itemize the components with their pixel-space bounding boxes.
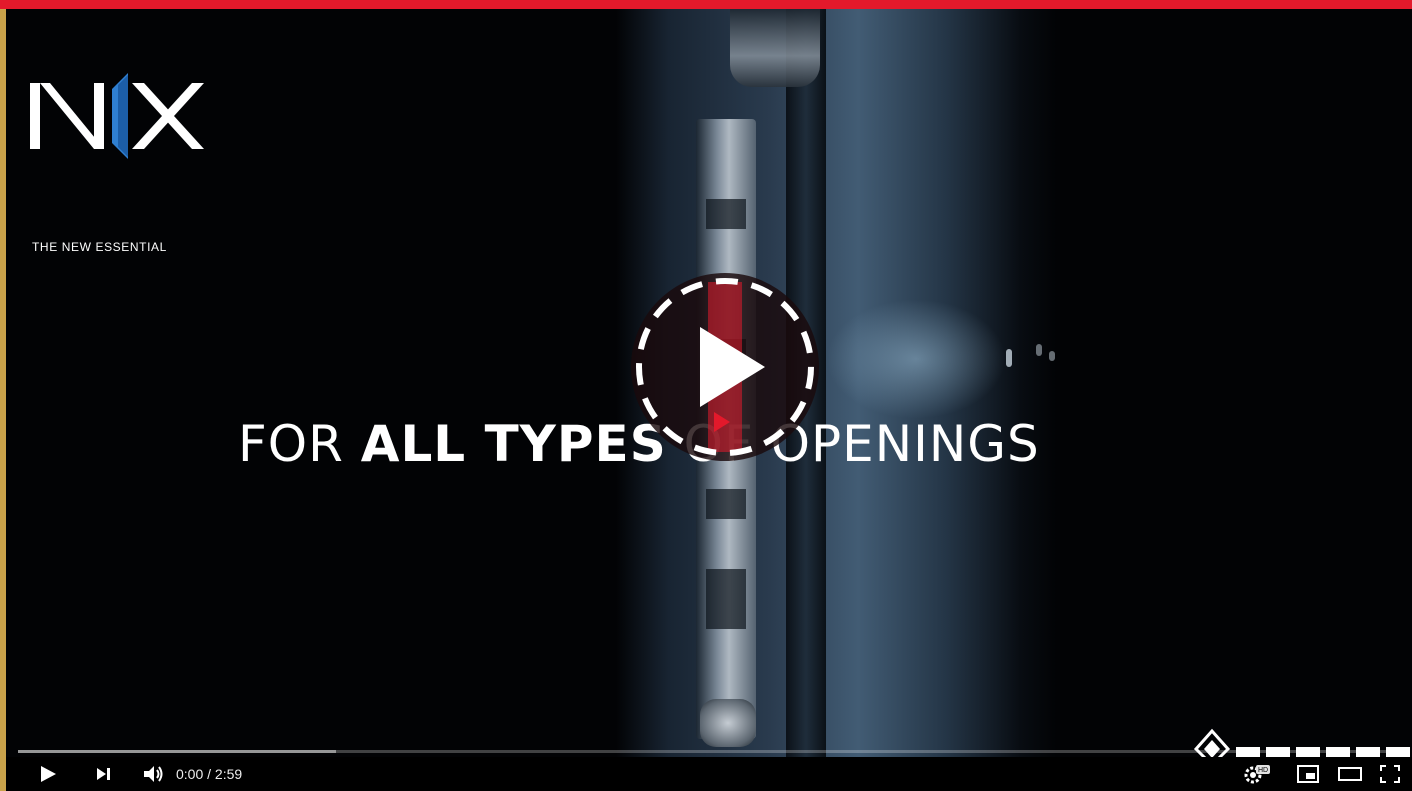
player-controls: 0:00 / 2:59 HD — [6, 757, 1412, 791]
lock-slot — [706, 489, 746, 519]
fullscreen-icon — [1380, 765, 1400, 783]
logo-tagline: THE NEW ESSENTIAL — [32, 240, 167, 254]
big-play-button[interactable] — [630, 272, 820, 462]
door-detail — [1036, 344, 1042, 356]
headline-part-1: FOR — [238, 415, 361, 473]
theater-mode-button[interactable] — [1332, 757, 1368, 791]
video-player[interactable]: THE NEW ESSENTIAL FOR ALL TYPES OF OPENI… — [6, 9, 1412, 791]
next-button[interactable] — [86, 757, 122, 791]
door-detail — [1006, 349, 1012, 367]
volume-button[interactable] — [136, 757, 172, 791]
play-icon — [41, 766, 56, 782]
settings-icon: HD — [1244, 765, 1270, 784]
play-button[interactable] — [30, 757, 66, 791]
next-icon — [97, 768, 110, 780]
door-handle — [700, 699, 756, 747]
video-frame[interactable]: THE NEW ESSENTIAL FOR ALL TYPES OF OPENI… — [6, 9, 1412, 757]
nix-logo: THE NEW ESSENTIAL — [26, 71, 226, 254]
lock-slot — [706, 199, 746, 229]
hd-badge: HD — [1258, 767, 1268, 774]
miniplayer-icon — [1297, 765, 1319, 783]
fullscreen-button[interactable] — [1372, 757, 1408, 791]
play-icon — [631, 273, 819, 461]
page-frame: THE NEW ESSENTIAL FOR ALL TYPES OF OPENI… — [0, 0, 1412, 791]
door-detail — [1049, 351, 1055, 361]
miniplayer-button[interactable] — [1290, 757, 1326, 791]
door-hinge — [730, 9, 820, 87]
door-highlight — [826, 299, 1006, 419]
top-accent-bar — [0, 0, 1412, 9]
progress-buffered — [18, 750, 336, 753]
progress-bar[interactable] — [18, 750, 1400, 753]
time-display: 0:00 / 2:59 — [176, 766, 243, 782]
nix-logo-mark — [30, 73, 204, 159]
headline-part-2: ALL TYPES — [360, 415, 667, 473]
volume-icon — [144, 766, 163, 782]
lock-slot — [706, 569, 746, 629]
theater-mode-icon — [1338, 767, 1362, 781]
settings-button[interactable]: HD — [1238, 757, 1274, 791]
